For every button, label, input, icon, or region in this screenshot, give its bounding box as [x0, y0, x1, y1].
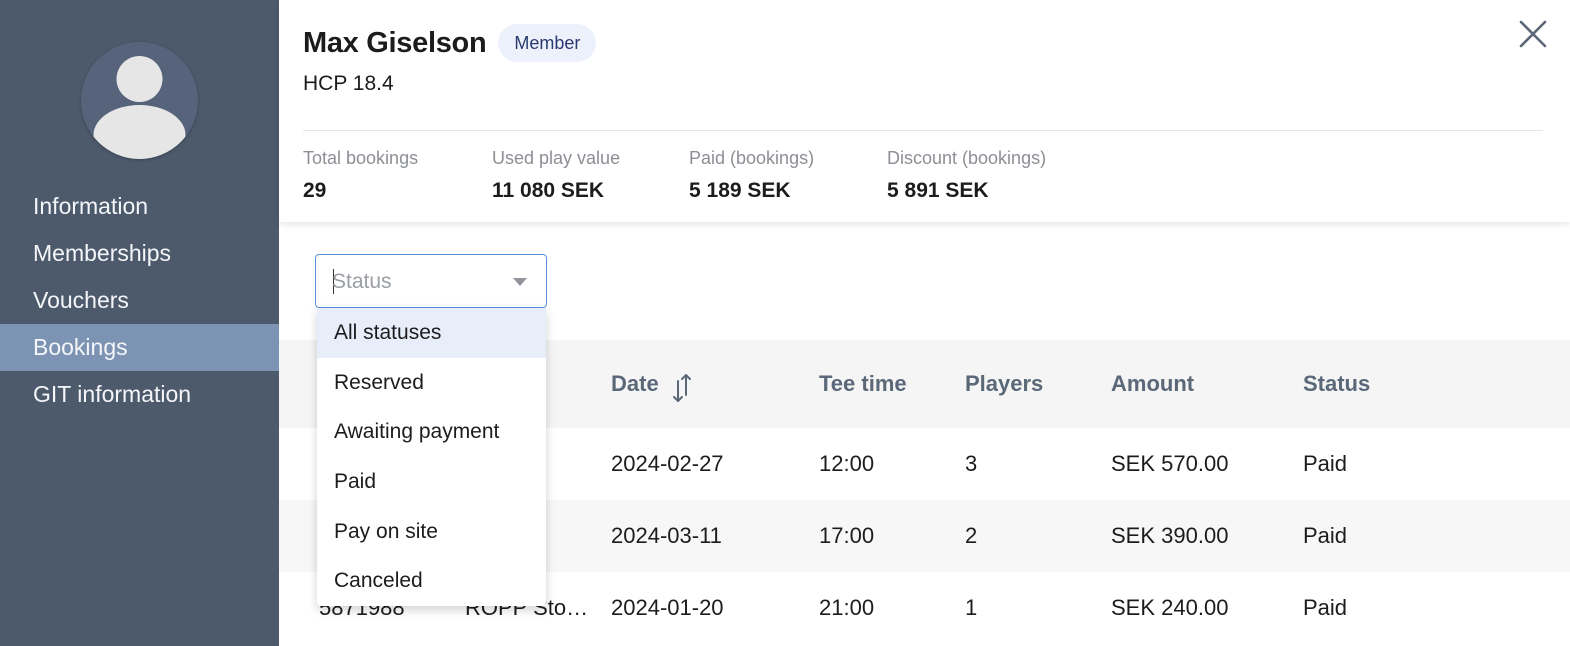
stat-label: Paid (bookings)	[689, 148, 815, 168]
stat-label: Total bookings	[303, 148, 419, 168]
stat-value: 29	[303, 179, 327, 202]
column-header-amount[interactable]: Amount	[1111, 340, 1194, 428]
cell-status: Paid	[1303, 595, 1348, 620]
stat-label: Used play value	[492, 148, 621, 168]
profile-header: Max Giselson Member HCP 18.4 Total booki…	[279, 0, 1570, 222]
sidebar-item-information[interactable]: Information	[0, 183, 279, 230]
cell-players: 3	[965, 451, 978, 476]
cell-tee-time: 21:00	[819, 595, 875, 620]
status-option-paid[interactable]: Paid	[317, 457, 546, 507]
column-header-tee-time[interactable]: Tee time	[819, 340, 907, 428]
close-icon[interactable]	[1517, 18, 1549, 50]
column-header-players[interactable]: Players	[965, 340, 1043, 428]
status-option-canceled[interactable]: Canceled	[317, 556, 546, 606]
sort-icon[interactable]	[672, 373, 692, 403]
status-option-pay-on-site[interactable]: Pay on site	[317, 507, 546, 557]
sidebar-nav: Information Memberships Vouchers Booking…	[0, 183, 279, 418]
cell-amount: SEK 240.00	[1111, 595, 1229, 620]
handicap-label: HCP 18.4	[303, 72, 394, 95]
column-header-date[interactable]: Date	[611, 340, 659, 428]
user-avatar-icon	[81, 42, 198, 159]
sidebar-item-git-information[interactable]: GIT information	[0, 371, 279, 418]
membership-badge: Member	[498, 24, 597, 62]
stat-value: 5 891 SEK	[887, 179, 989, 202]
cell-date: 2024-03-11	[611, 523, 722, 548]
column-header-status[interactable]: Status	[1303, 340, 1370, 428]
sidebar-item-bookings[interactable]: Bookings	[0, 324, 279, 371]
cell-amount: SEK 390.00	[1111, 523, 1229, 548]
stat-paid-bookings: Paid (bookings) 5 189 SEK	[689, 148, 814, 203]
cell-players: 2	[965, 523, 978, 548]
cell-players: 1	[965, 595, 978, 620]
stat-label: Discount (bookings)	[887, 148, 1047, 168]
stat-total-bookings: Total bookings 29	[303, 148, 418, 203]
cell-tee-time: 12:00	[819, 451, 875, 476]
name-row: Max Giselson Member	[303, 24, 597, 62]
cell-status: Paid	[1303, 523, 1348, 548]
status-option-reserved[interactable]: Reserved	[317, 358, 546, 408]
header-divider	[303, 130, 1543, 131]
chevron-down-icon[interactable]	[513, 278, 527, 286]
status-option-all[interactable]: All statuses	[317, 308, 546, 358]
stat-discount-bookings: Discount (bookings) 5 891 SEK	[887, 148, 1046, 203]
member-name: Max Giselson	[303, 26, 487, 59]
cell-date: 2024-01-20	[611, 595, 724, 620]
stat-used-play-value: Used play value 11 080 SEK	[492, 148, 620, 203]
status-filter-input[interactable]	[332, 265, 502, 299]
member-details-modal: Information Memberships Vouchers Booking…	[0, 0, 1570, 646]
sidebar-item-vouchers[interactable]: Vouchers	[0, 277, 279, 324]
stat-value: 11 080 SEK	[492, 179, 605, 202]
stat-value: 5 189 SEK	[689, 179, 791, 202]
status-filter-select[interactable]	[315, 254, 547, 308]
cell-amount: SEK 570.00	[1111, 451, 1229, 476]
sidebar-item-memberships[interactable]: Memberships	[0, 230, 279, 277]
cell-date: 2024-02-27	[611, 451, 724, 476]
cell-status: Paid	[1303, 451, 1348, 476]
sidebar: Information Memberships Vouchers Booking…	[0, 0, 279, 646]
status-option-awaiting-payment[interactable]: Awaiting payment	[317, 407, 546, 457]
cell-tee-time: 17:00	[819, 523, 875, 548]
status-dropdown-menu: All statuses Reserved Awaiting payment P…	[317, 308, 546, 606]
